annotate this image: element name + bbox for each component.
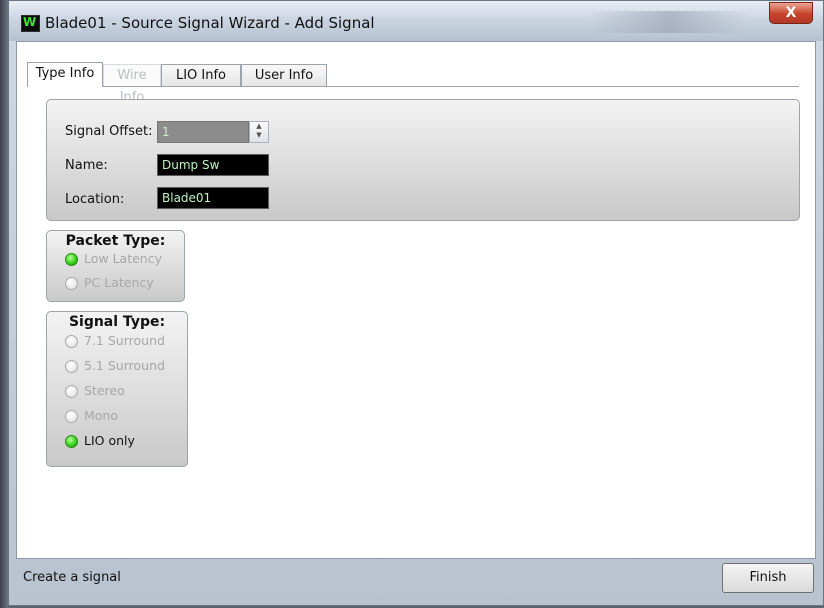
- spin-down-icon[interactable]: ▼: [250, 131, 268, 140]
- packet-type-title: Packet Type:: [65, 233, 166, 249]
- radio-unselected-icon: [65, 277, 78, 290]
- wizard-window: W Blade01 - Source Signal Wizard - Add S…: [8, 0, 824, 606]
- window-title: Blade01 - Source Signal Wizard - Add Sig…: [45, 14, 375, 32]
- signal-details-group: Signal Offset: 1 ▲ ▼ Name: Dump Sw Locat…: [46, 99, 800, 221]
- signal-offset-label: Signal Offset:: [65, 124, 153, 139]
- finish-button[interactable]: Finish: [722, 563, 814, 593]
- tab-panel-border: [27, 86, 799, 87]
- wizard-client-area: Type Info Wire Info LIO Info User Info S…: [16, 41, 816, 559]
- signal-offset-spinner[interactable]: ▲ ▼: [249, 121, 269, 143]
- tab-user-info[interactable]: User Info: [241, 64, 327, 86]
- radio-unselected-icon: [65, 410, 78, 423]
- close-button[interactable]: X: [769, 2, 813, 24]
- status-bar: Create a signal Finish: [9, 559, 823, 605]
- name-label: Name:: [65, 158, 108, 173]
- status-text: Create a signal: [23, 570, 121, 585]
- title-bar[interactable]: W Blade01 - Source Signal Wizard - Add S…: [9, 1, 823, 41]
- radio-selected-icon: [65, 435, 78, 448]
- signal-type-group: Signal Type: 7.1 Surround 5.1 Surround S…: [46, 311, 188, 467]
- radio-unselected-icon: [65, 360, 78, 373]
- radio-unselected-icon: [65, 335, 78, 348]
- location-label: Location:: [65, 192, 125, 207]
- tab-wire-info: Wire Info: [103, 64, 161, 105]
- window-shadow-edge: [0, 0, 8, 608]
- signal-type-title: Signal Type:: [68, 314, 166, 330]
- spin-up-icon[interactable]: ▲: [250, 122, 268, 131]
- name-input[interactable]: Dump Sw: [157, 154, 269, 176]
- radio-unselected-icon: [65, 385, 78, 398]
- signal-offset-input[interactable]: 1: [157, 121, 249, 143]
- packet-type-group: Packet Type: Low Latency PC Latency: [46, 230, 185, 302]
- tab-lio-info[interactable]: LIO Info: [161, 64, 241, 86]
- app-logo-icon: W: [21, 15, 40, 32]
- location-input[interactable]: Blade01: [157, 187, 269, 209]
- radio-selected-icon: [65, 253, 78, 266]
- background-blur: [589, 11, 749, 33]
- tab-type-info[interactable]: Type Info: [27, 62, 103, 87]
